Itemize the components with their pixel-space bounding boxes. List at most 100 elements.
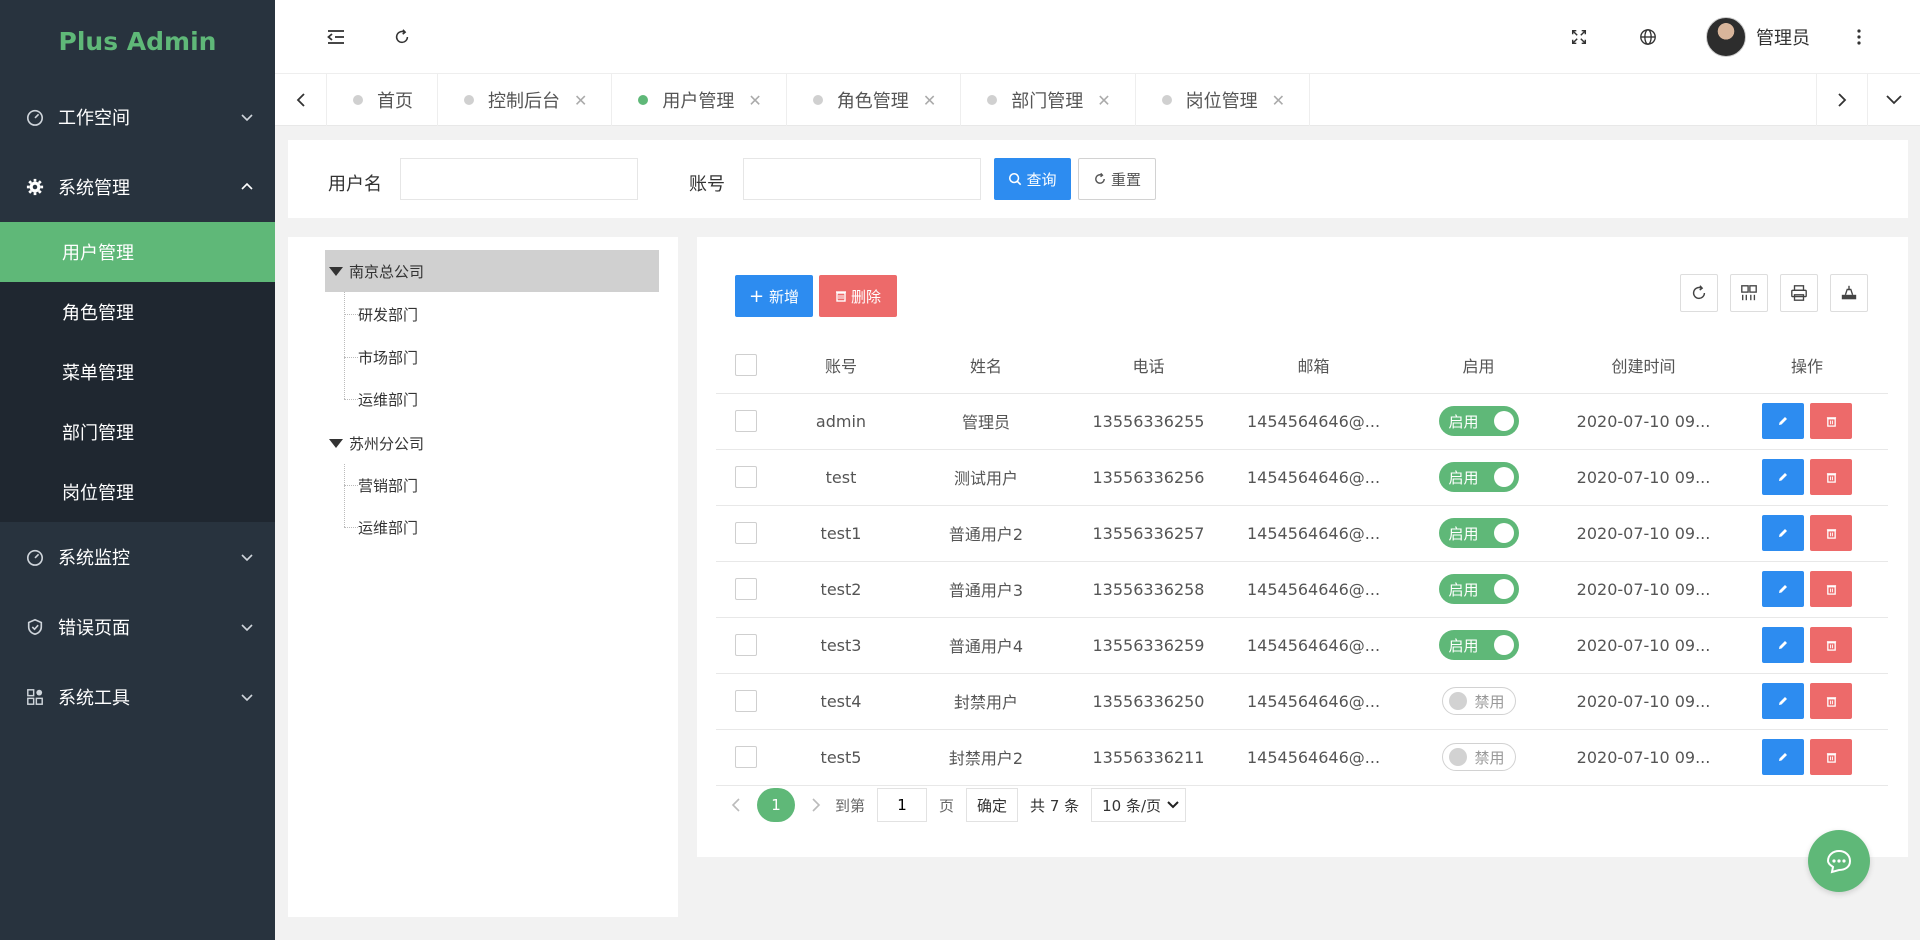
row-checkbox[interactable] [735, 746, 757, 768]
tab-scroll-left-button[interactable] [275, 74, 327, 126]
sidebar-item-dept-management[interactable]: 部门管理 [0, 402, 275, 462]
select-all-checkbox[interactable] [735, 353, 757, 376]
delete-row-button[interactable] [1810, 459, 1852, 495]
print-button[interactable] [1780, 274, 1818, 312]
sidebar-group-system[interactable]: 系统管理 用户管理 角色管理 菜单管理 部门管理 岗位管理 [0, 152, 275, 522]
tab-post-management[interactable]: 岗位管理 ✕ [1136, 74, 1311, 126]
tab-dot [987, 95, 998, 105]
status-switch[interactable]: 禁用 [1441, 687, 1516, 715]
sidebar-item-post-management[interactable]: 岗位管理 [0, 462, 275, 522]
row-checkbox[interactable] [735, 634, 757, 656]
add-button[interactable]: + 新增 [735, 275, 813, 317]
close-icon[interactable]: ✕ [748, 91, 761, 110]
tab-dept-management[interactable]: 部门管理 ✕ [961, 74, 1136, 126]
row-checkbox[interactable] [735, 410, 757, 432]
close-icon[interactable]: ✕ [574, 91, 587, 110]
chevron-right-icon [1838, 93, 1847, 107]
column-filter-button[interactable] [1730, 274, 1768, 312]
column-header: 邮箱 [1231, 337, 1396, 394]
tree-node-nanjing[interactable]: 南京总公司 [325, 250, 659, 292]
menu-fold-button[interactable] [319, 20, 353, 54]
edit-button[interactable] [1762, 683, 1804, 719]
status-switch[interactable]: 启用 [1438, 518, 1519, 548]
delete-button[interactable]: 删除 [819, 275, 897, 317]
reset-button[interactable]: 重置 [1078, 158, 1156, 200]
sidebar-group-monitor[interactable]: 系统监控 [0, 522, 275, 592]
export-button[interactable] [1830, 274, 1868, 312]
page-button-current[interactable]: 1 [757, 788, 795, 822]
tab-scroll-right-button[interactable] [1816, 74, 1868, 126]
edit-button[interactable] [1762, 627, 1804, 663]
switch-knob [1493, 579, 1514, 599]
tree-node-suzhou[interactable]: 苏州分公司 [325, 422, 659, 464]
goto-page-input[interactable] [877, 788, 928, 822]
cell-status: 启用 [1396, 449, 1561, 506]
row-checkbox[interactable] [735, 522, 757, 544]
language-button[interactable] [1631, 20, 1665, 54]
tree-node-market[interactable]: 市场部门 [340, 336, 418, 379]
delete-row-button[interactable] [1810, 403, 1852, 439]
sidebar-item-user-management[interactable]: 用户管理 [0, 222, 275, 282]
sidebar-group-head[interactable]: 系统管理 [0, 152, 275, 222]
tree-node-ops[interactable]: 运维部门 [340, 378, 418, 421]
close-icon[interactable]: ✕ [1272, 91, 1285, 110]
tab-menu-button[interactable] [1868, 74, 1920, 126]
tab-home[interactable]: 首页 [327, 74, 438, 126]
tree-node-rd[interactable]: 研发部门 [340, 293, 418, 336]
row-checkbox[interactable] [735, 466, 757, 488]
tree-node-ops-2[interactable]: 运维部门 [340, 506, 418, 549]
user-menu[interactable]: 管理员 [1706, 17, 1810, 57]
tab-user-management[interactable]: 用户管理 ✕ [612, 74, 787, 126]
page-size-select[interactable]: 10 条/页 [1091, 788, 1187, 822]
sidebar-item-role-management[interactable]: 角色管理 [0, 282, 275, 342]
row-checkbox[interactable] [735, 690, 757, 712]
row-checkbox[interactable] [735, 578, 757, 600]
cell-status: 启用 [1396, 393, 1561, 450]
status-switch[interactable]: 启用 [1438, 630, 1519, 660]
refresh-button[interactable] [385, 20, 419, 54]
fullscreen-button[interactable] [1562, 20, 1596, 54]
delete-row-button[interactable] [1810, 739, 1852, 775]
status-switch[interactable]: 禁用 [1441, 743, 1516, 771]
username-input[interactable] [400, 158, 638, 200]
chat-float-button[interactable] [1808, 830, 1870, 892]
add-label: 新增 [769, 287, 800, 306]
edit-button[interactable] [1762, 403, 1804, 439]
dashboard-icon [24, 106, 46, 128]
status-switch[interactable]: 启用 [1438, 406, 1519, 436]
edit-button[interactable] [1762, 739, 1804, 775]
status-switch[interactable]: 启用 [1438, 574, 1519, 604]
pencil-icon [1779, 753, 1787, 761]
sidebar-group-head[interactable]: 系统监控 [0, 522, 275, 592]
sidebar-group-tools[interactable]: 系统工具 [0, 662, 275, 732]
edit-button[interactable] [1762, 459, 1804, 495]
sidebar-group-head[interactable]: 错误页面 [0, 592, 275, 662]
tree-node-sales[interactable]: 营销部门 [340, 464, 418, 507]
cell-status: 启用 [1396, 505, 1561, 562]
tab-dot [812, 95, 823, 105]
delete-row-button[interactable] [1810, 571, 1852, 607]
table-refresh-button[interactable] [1680, 274, 1718, 312]
delete-row-button[interactable] [1810, 627, 1852, 663]
sidebar-group-head[interactable]: 系统工具 [0, 662, 275, 732]
edit-button[interactable] [1762, 515, 1804, 551]
sidebar-group-workspace[interactable]: 工作空间 [0, 82, 275, 152]
query-button[interactable]: 查询 [994, 158, 1071, 200]
close-icon[interactable]: ✕ [1097, 91, 1110, 110]
tab-dashboard[interactable]: 控制后台 ✕ [438, 74, 613, 126]
account-input[interactable] [743, 158, 981, 200]
chevron-left-icon[interactable] [729, 797, 743, 813]
delete-row-button[interactable] [1810, 683, 1852, 719]
tab-role-management[interactable]: 角色管理 ✕ [787, 74, 962, 126]
goto-confirm-button[interactable]: 确定 [966, 788, 1019, 822]
status-switch[interactable]: 启用 [1438, 462, 1519, 492]
chevron-right-icon[interactable] [809, 797, 823, 813]
sidebar-item-menu-management[interactable]: 菜单管理 [0, 342, 275, 402]
more-button[interactable] [1842, 20, 1876, 54]
edit-button[interactable] [1762, 571, 1804, 607]
delete-row-button[interactable] [1810, 515, 1852, 551]
close-icon[interactable]: ✕ [923, 91, 936, 110]
sidebar-group-head[interactable]: 工作空间 [0, 82, 275, 152]
status-switch-label: 启用 [1448, 580, 1479, 599]
sidebar-group-error[interactable]: 错误页面 [0, 592, 275, 662]
